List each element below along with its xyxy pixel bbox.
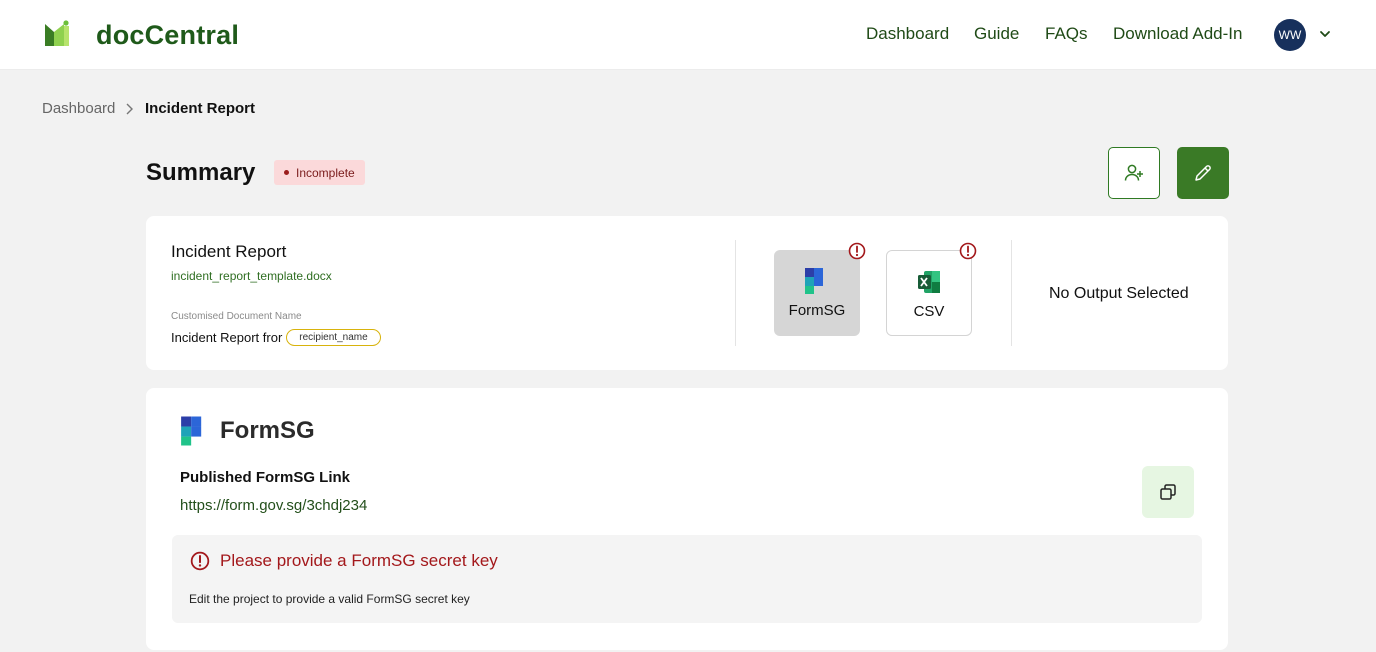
custom-name-label: Customised Document Name	[171, 311, 302, 322]
nav-dashboard[interactable]: Dashboard	[866, 24, 949, 44]
formsg-icon	[181, 416, 202, 446]
breadcrumb-current: Incident Report	[145, 100, 256, 117]
copy-icon	[1160, 484, 1176, 500]
output-status: No Output Selected	[1049, 285, 1189, 302]
user-avatar[interactable]: WW	[1274, 19, 1306, 51]
top-navbar: docCentral Dashboard Guide FAQs Download…	[0, 0, 1376, 70]
breadcrumb-dashboard[interactable]: Dashboard	[42, 100, 115, 117]
formsg-section-header: FormSG	[180, 416, 315, 446]
status-dot-icon	[284, 170, 289, 175]
logo[interactable]: docCentral	[44, 20, 239, 50]
document-summary-card: Incident Report incident_report_template…	[146, 216, 1228, 370]
formsg-details-card: FormSG Published FormSG Link https://for…	[146, 388, 1228, 650]
divider	[735, 240, 736, 346]
published-link[interactable]: https://form.gov.sg/3chdj234	[180, 497, 367, 514]
edit-button[interactable]	[1177, 147, 1229, 199]
custom-name-value: Incident Report fror recipient_name	[171, 329, 381, 346]
status-badge: Incomplete	[274, 160, 365, 185]
doccentral-logo-icon	[45, 20, 69, 46]
page-title: Summary	[146, 159, 256, 186]
input-csv-label: CSV	[913, 303, 945, 320]
pencil-icon	[1195, 165, 1211, 181]
custom-name-prefix: Incident Report fror	[171, 330, 283, 345]
custom-name-field-pill: recipient_name	[286, 329, 381, 346]
published-link-label: Published FormSG Link	[180, 469, 351, 486]
warning-icon	[959, 242, 977, 260]
nav-faqs[interactable]: FAQs	[1045, 24, 1088, 44]
status-text: Incomplete	[296, 165, 355, 180]
alert-title: Please provide a FormSG secret key	[190, 551, 498, 571]
warning-icon	[848, 242, 866, 260]
input-formsg-tile[interactable]: FormSG	[774, 250, 860, 336]
input-formsg-label: FormSG	[788, 302, 846, 319]
input-csv-tile[interactable]: CSV	[886, 250, 972, 336]
user-plus-icon	[1124, 164, 1143, 181]
error-icon	[190, 551, 210, 571]
nav-download-add-in[interactable]: Download Add-In	[1113, 24, 1242, 44]
add-collaborator-button[interactable]	[1108, 147, 1160, 199]
copy-link-button[interactable]	[1142, 466, 1194, 518]
document-title: Incident Report	[171, 242, 287, 261]
excel-icon	[918, 271, 940, 293]
formsg-section-title: FormSG	[220, 417, 315, 444]
template-file-name[interactable]: incident_report_template.docx	[171, 269, 332, 283]
alert-body: Edit the project to provide a valid Form…	[189, 592, 470, 606]
divider	[1011, 240, 1012, 346]
alert-title-text: Please provide a FormSG secret key	[220, 551, 498, 570]
chevron-down-icon[interactable]	[1318, 27, 1332, 41]
nav-guide[interactable]: Guide	[974, 24, 1019, 44]
chevron-right-icon	[126, 103, 133, 115]
app-name: docCentral	[96, 20, 240, 50]
formsg-icon	[805, 268, 823, 294]
error-alert: Please provide a FormSG secret key Edit …	[172, 535, 1202, 623]
